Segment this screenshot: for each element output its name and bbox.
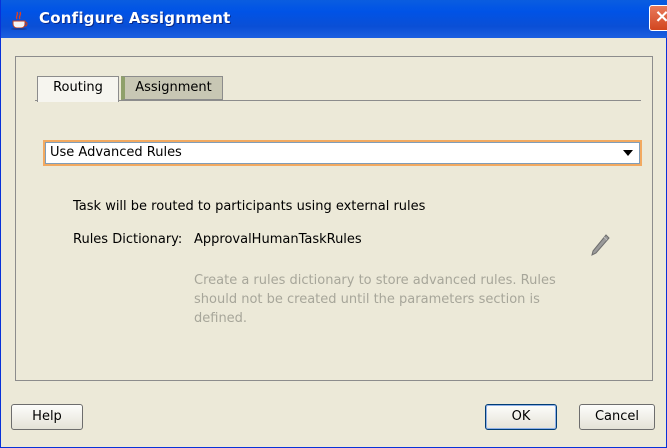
tab-routing[interactable]: Routing: [37, 76, 119, 102]
tab-routing-label: Routing: [53, 80, 103, 95]
routing-description: Task will be routed to participants usin…: [73, 199, 426, 214]
help-button-label: Help: [32, 409, 62, 424]
close-icon: ×: [654, 6, 667, 27]
dropdown-arrow-icon: [623, 150, 633, 156]
rules-hint-text: Create a rules dictionary to store advan…: [194, 273, 556, 326]
help-button[interactable]: Help: [11, 404, 83, 430]
rules-dictionary-value: ApprovalHumanTaskRules: [194, 232, 362, 247]
title-bar[interactable]: Configure Assignment ×: [1, 0, 667, 38]
tab-assignment[interactable]: Assignment: [121, 76, 223, 100]
dialog-title: Configure Assignment: [39, 9, 231, 27]
pencil-icon[interactable]: [589, 232, 611, 258]
ok-button-label: OK: [511, 409, 531, 424]
tab-assignment-label: Assignment: [135, 80, 212, 95]
rules-dictionary-label: Rules Dictionary:: [73, 232, 183, 247]
routing-mode-select[interactable]: Use Advanced Rules: [45, 142, 640, 164]
cancel-button-label: Cancel: [594, 409, 640, 424]
java-cup-icon: [11, 11, 28, 30]
cancel-button[interactable]: Cancel: [579, 404, 655, 430]
close-button[interactable]: ×: [649, 5, 667, 31]
ok-button[interactable]: OK: [485, 404, 557, 430]
routing-mode-value: Use Advanced Rules: [50, 145, 182, 160]
configure-assignment-dialog: Configure Assignment × Routing Assignmen…: [0, 0, 667, 448]
